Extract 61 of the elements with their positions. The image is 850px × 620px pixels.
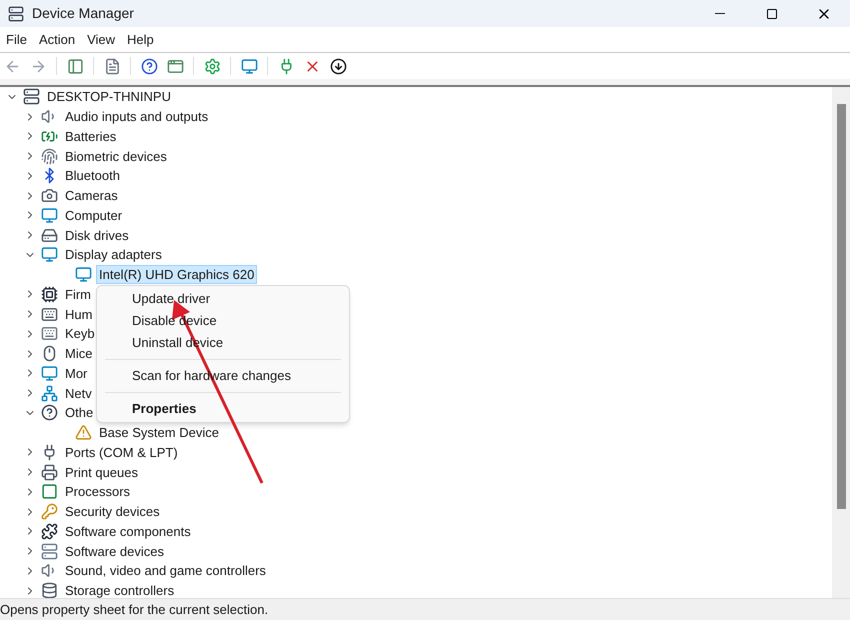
monitor-icon bbox=[41, 364, 58, 382]
menu-item[interactable]: Update driver bbox=[97, 288, 349, 310]
tree-item[interactable]: Bluetooth bbox=[63, 167, 122, 184]
tree-item[interactable]: Keyb bbox=[63, 325, 97, 342]
tree-item[interactable]: Batteries bbox=[63, 128, 118, 145]
drive-icon bbox=[41, 226, 58, 244]
tree-item[interactable]: Cameras bbox=[63, 187, 120, 204]
puzzle-icon bbox=[41, 522, 58, 540]
tree-item[interactable]: Hum bbox=[63, 306, 94, 323]
computer-icon bbox=[23, 88, 40, 106]
scrollbar[interactable] bbox=[832, 87, 850, 598]
keyboard-icon bbox=[41, 325, 58, 342]
tree-item[interactable]: Disk drives bbox=[63, 226, 131, 244]
question-icon bbox=[41, 404, 58, 422]
key-icon bbox=[41, 503, 58, 520]
tree-item[interactable]: Software components bbox=[63, 522, 193, 540]
tree-item[interactable]: Computer bbox=[63, 206, 124, 224]
help-icon bbox=[140, 58, 158, 74]
fingerprint-icon bbox=[41, 148, 58, 165]
tree-item[interactable]: Storage controllers bbox=[63, 582, 176, 598]
tree-item[interactable]: Security devices bbox=[63, 503, 162, 520]
monitor-icon bbox=[75, 266, 92, 284]
tree-item[interactable]: DESKTOP-THNINPU bbox=[45, 88, 173, 106]
tree-item[interactable]: Processors bbox=[63, 483, 132, 500]
tree-item[interactable]: Biometric devices bbox=[63, 148, 169, 165]
menu-item[interactable]: Help bbox=[121, 30, 160, 50]
processor-icon bbox=[41, 483, 58, 500]
mouse-icon bbox=[41, 345, 58, 362]
monitor-icon bbox=[41, 246, 58, 264]
keyboard-icon bbox=[41, 306, 58, 323]
tree-item[interactable]: Firm bbox=[63, 286, 93, 303]
tree-item[interactable]: Base System Device bbox=[97, 424, 221, 442]
tree-item[interactable]: Ports (COM & LPT) bbox=[63, 444, 180, 461]
tree-item[interactable]: Mor bbox=[63, 364, 90, 382]
network-icon bbox=[41, 384, 58, 402]
tree-item[interactable]: Sound, video and game controllers bbox=[63, 562, 268, 580]
tree-item[interactable]: Mice bbox=[63, 345, 94, 362]
monitor-icon bbox=[41, 206, 58, 224]
tree-item[interactable]: Print queues bbox=[63, 464, 140, 481]
camera-icon bbox=[41, 187, 58, 204]
printer-icon bbox=[41, 464, 58, 481]
tree-item[interactable]: Display adapters bbox=[63, 246, 164, 264]
device-icon bbox=[41, 542, 58, 560]
menu-item[interactable]: Action bbox=[32, 30, 82, 50]
scrollbar-thumb[interactable] bbox=[836, 104, 846, 509]
tree-item[interactable]: Othe bbox=[63, 404, 96, 422]
menu-item[interactable]: View bbox=[81, 30, 122, 50]
menu-item[interactable]: Properties bbox=[97, 398, 349, 420]
warning-icon bbox=[75, 424, 92, 442]
tree-item[interactable]: Software devices bbox=[63, 542, 166, 560]
minimize-icon bbox=[715, 13, 725, 14]
maximize-icon bbox=[766, 8, 778, 20]
tree-item[interactable]: Audio inputs and outputs bbox=[63, 108, 210, 126]
tree-item[interactable]: Intel(R) UHD Graphics 620 bbox=[97, 266, 256, 284]
chip-icon bbox=[41, 286, 58, 303]
menu-item[interactable]: File bbox=[0, 30, 33, 50]
storage-icon bbox=[41, 582, 58, 598]
tree-item[interactable]: Netv bbox=[63, 384, 94, 402]
window-title: Device Manager bbox=[32, 4, 134, 23]
app-icon bbox=[8, 6, 24, 22]
status-text: Opens property sheet for the current selection. bbox=[0, 600, 268, 619]
